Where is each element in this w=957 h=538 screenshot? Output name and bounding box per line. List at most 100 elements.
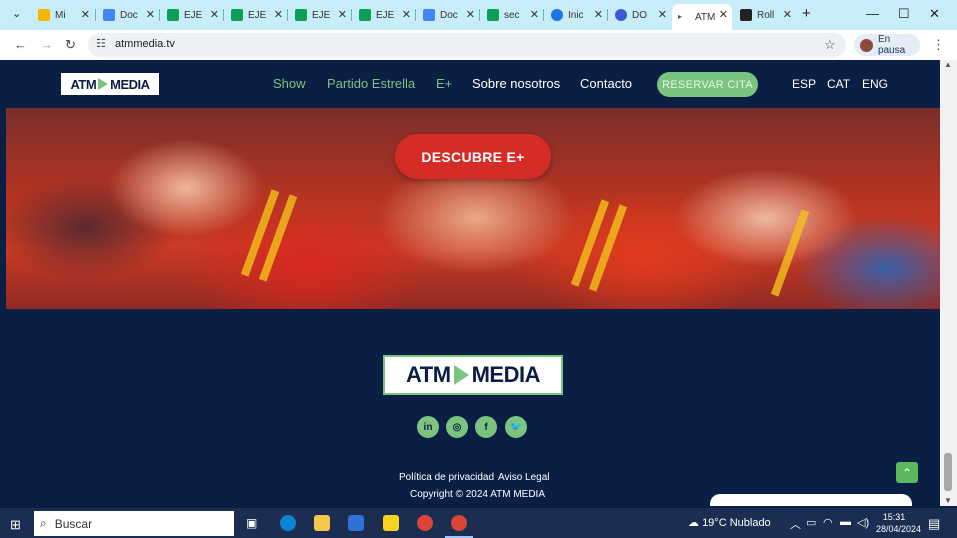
weather-widget[interactable]: ☁ 19°C Nublado bbox=[688, 516, 771, 529]
close-tab-icon[interactable]: ✕ bbox=[783, 8, 792, 21]
close-tab-icon[interactable]: ✕ bbox=[466, 8, 475, 21]
site-logo[interactable]: ATM MEDIA bbox=[61, 73, 159, 95]
site-icon bbox=[740, 9, 752, 21]
windows-start-icon[interactable]: ⊞ bbox=[10, 517, 21, 533]
nav-e-plus[interactable]: E+ bbox=[436, 76, 452, 91]
instagram-icon[interactable]: ◎ bbox=[446, 416, 468, 438]
maximize-icon[interactable]: ☐ bbox=[898, 6, 910, 22]
meet-icon[interactable]: ▭ bbox=[806, 516, 816, 529]
edge-icon[interactable] bbox=[280, 515, 296, 531]
sheets-icon bbox=[167, 9, 179, 21]
browser-tab-1[interactable]: Mi ✕ bbox=[32, 4, 94, 26]
close-tab-icon[interactable]: ✕ bbox=[81, 8, 90, 21]
browser-tab-9[interactable]: Inic ✕ bbox=[545, 4, 607, 26]
close-tab-icon[interactable]: ✕ bbox=[594, 8, 603, 21]
nav-sobre-nosotros[interactable]: Sobre nosotros bbox=[472, 76, 560, 91]
legal-notice-link[interactable]: Aviso Legal bbox=[498, 472, 550, 483]
chevron-up-icon[interactable]: ︿ bbox=[790, 516, 801, 532]
docs-icon bbox=[423, 9, 435, 21]
new-tab-button[interactable]: + bbox=[802, 5, 811, 22]
close-tab-icon[interactable]: ✕ bbox=[530, 8, 539, 21]
battery-icon[interactable]: ▬ bbox=[840, 516, 851, 528]
playing-audio-icon: ▸ bbox=[678, 12, 683, 21]
nav-partido-estrella[interactable]: Partido Estrella bbox=[327, 76, 415, 91]
tab-separator bbox=[223, 9, 224, 21]
lang-eng[interactable]: ENG bbox=[862, 77, 888, 91]
lang-esp[interactable]: ESP bbox=[792, 77, 816, 91]
sticky-notes-icon[interactable] bbox=[383, 515, 399, 531]
taskbar-clock[interactable]: 15:31 28/04/2024 bbox=[876, 511, 921, 535]
chat-widget[interactable] bbox=[710, 494, 912, 506]
browser-tab-8[interactable]: sec ✕ bbox=[481, 4, 543, 26]
page-scrollbar[interactable]: ▲ ▼ bbox=[940, 60, 957, 506]
tab-search-chevron-icon[interactable]: ⌄ bbox=[12, 7, 21, 20]
minimize-icon[interactable]: — bbox=[866, 6, 879, 21]
privacy-policy-link[interactable]: Política de privacidad bbox=[399, 472, 494, 483]
bookmark-star-icon[interactable]: ☆ bbox=[824, 37, 836, 53]
nav-show[interactable]: Show bbox=[273, 76, 306, 91]
sheets-icon bbox=[487, 9, 499, 21]
browser-tab-12[interactable]: Roll ✕ bbox=[734, 4, 796, 26]
play-triangle-icon bbox=[98, 78, 109, 90]
footer-logo[interactable]: ATM MEDIA bbox=[383, 355, 563, 395]
forward-arrow-icon[interactable]: → bbox=[40, 37, 53, 52]
drive-icon bbox=[38, 9, 50, 21]
site-header: ATM MEDIA Show Partido Estrella E+ Sobre… bbox=[6, 60, 940, 108]
back-arrow-icon[interactable]: ← bbox=[14, 37, 27, 52]
more-menu-icon[interactable]: ⋮ bbox=[932, 37, 945, 53]
scroll-up-arrow-icon[interactable]: ▲ bbox=[944, 60, 952, 69]
close-window-icon[interactable]: ✕ bbox=[929, 6, 940, 22]
volume-icon[interactable]: ◁) bbox=[857, 516, 869, 529]
sheets-icon bbox=[231, 9, 243, 21]
tab-separator bbox=[479, 9, 480, 21]
scrollbar-thumb[interactable] bbox=[944, 453, 952, 491]
close-tab-icon[interactable]: ✕ bbox=[719, 8, 728, 21]
wifi-icon[interactable]: ◠ bbox=[823, 516, 833, 529]
linkedin-icon[interactable]: in bbox=[417, 416, 439, 438]
scroll-to-top-button[interactable]: ⌃ bbox=[896, 462, 918, 483]
close-tab-icon[interactable]: ✕ bbox=[338, 8, 347, 21]
address-bar[interactable]: ☷ atmmedia.tv ☆ bbox=[88, 33, 846, 57]
browser-tab-3[interactable]: EJE ✕ bbox=[161, 4, 223, 26]
close-tab-icon[interactable]: ✕ bbox=[658, 8, 667, 21]
close-tab-icon[interactable]: ✕ bbox=[274, 8, 283, 21]
profile-button[interactable]: En pausa bbox=[854, 34, 920, 56]
browser-tab-11-active[interactable]: ▸ ATM ✕ bbox=[672, 4, 732, 30]
reservar-cita-button[interactable]: RESERVAR CITA bbox=[657, 72, 758, 97]
tab-separator bbox=[159, 9, 160, 21]
close-tab-icon[interactable]: ✕ bbox=[210, 8, 219, 21]
browser-toolbar: ← → ↻ ☷ atmmedia.tv ☆ En pausa ⋮ bbox=[0, 30, 957, 60]
file-explorer-icon[interactable] bbox=[314, 515, 330, 531]
browser-tab-strip: ⌄ Mi ✕ Doc ✕ EJE ✕ EJE ✕ EJE ✕ EJE ✕ Doc… bbox=[0, 0, 957, 30]
docs-icon bbox=[103, 9, 115, 21]
browser-tab-7[interactable]: Doc ✕ bbox=[417, 4, 479, 26]
reload-icon[interactable]: ↻ bbox=[65, 37, 76, 53]
site-info-icon[interactable]: ☷ bbox=[96, 37, 106, 50]
browser-tab-2[interactable]: Doc ✕ bbox=[97, 4, 159, 26]
twitter-icon[interactable]: 🐦 bbox=[505, 416, 527, 438]
site-icon bbox=[551, 9, 563, 21]
nav-contacto[interactable]: Contacto bbox=[580, 76, 632, 91]
notifications-icon[interactable]: ▤ bbox=[928, 516, 940, 532]
browser-tab-10[interactable]: DO ✕ bbox=[609, 4, 671, 26]
jersey-stripe bbox=[770, 209, 810, 297]
chrome-profile-icon[interactable] bbox=[451, 515, 467, 531]
scroll-down-arrow-icon[interactable]: ▼ bbox=[944, 496, 952, 505]
copyright-text: Copyright © 2024 ATM MEDIA bbox=[410, 489, 546, 500]
browser-tab-4[interactable]: EJE ✕ bbox=[225, 4, 287, 26]
chrome-icon[interactable] bbox=[417, 515, 433, 531]
browser-tab-6[interactable]: EJE ✕ bbox=[353, 4, 415, 26]
browser-tab-5[interactable]: EJE ✕ bbox=[289, 4, 351, 26]
jersey-stripe bbox=[240, 189, 280, 277]
close-tab-icon[interactable]: ✕ bbox=[146, 8, 155, 21]
lang-cat[interactable]: CAT bbox=[827, 77, 850, 91]
descubre-e-plus-button[interactable]: DESCUBRE E+ bbox=[395, 134, 551, 179]
facebook-icon[interactable]: f bbox=[475, 416, 497, 438]
tab-separator bbox=[607, 9, 608, 21]
hero-team-photo: DESCUBRE E+ bbox=[6, 108, 940, 309]
task-view-icon[interactable]: ▣ bbox=[246, 516, 257, 530]
store-icon[interactable] bbox=[348, 515, 364, 531]
close-tab-icon[interactable]: ✕ bbox=[402, 8, 411, 21]
tab-separator bbox=[415, 9, 416, 21]
taskbar-search-input[interactable]: ⌕ Buscar bbox=[34, 511, 234, 536]
